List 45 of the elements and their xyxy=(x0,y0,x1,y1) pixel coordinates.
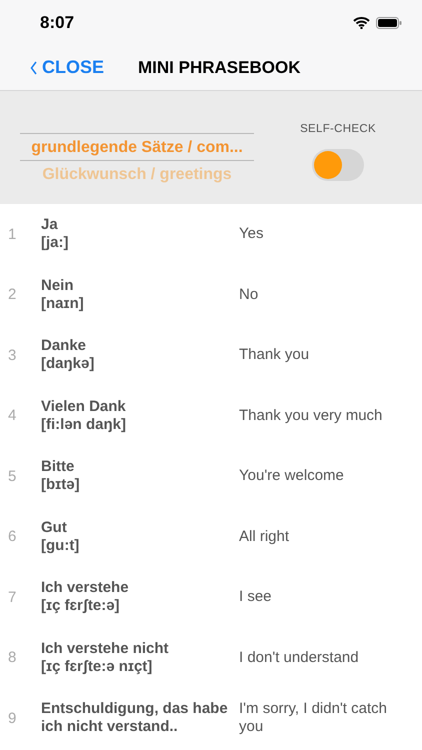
pronunciation: [naɪn] xyxy=(41,294,85,313)
chevron-left-icon xyxy=(30,60,37,74)
pronunciation: [daŋkə] xyxy=(41,355,96,374)
row-number: 1 xyxy=(8,226,18,243)
german-phrase: Bitte xyxy=(41,458,76,476)
german-phrase: Ich verstehe xyxy=(41,579,130,598)
pronunciation: [ɪç fɛrʃte:ə nɪçt] xyxy=(41,658,154,676)
row-number: 3 xyxy=(8,346,18,364)
wifi-icon xyxy=(353,16,370,28)
self-check-label: SELF-CHECK xyxy=(300,123,376,135)
english-translation: No xyxy=(239,286,260,304)
row-number: 8 xyxy=(8,649,18,666)
row-number: 2 xyxy=(8,286,18,304)
screen-title: MINI PHRASEBOOK xyxy=(138,58,300,78)
german-phrase: Gut xyxy=(41,518,68,537)
pronunciation: [fi:lən daŋk] xyxy=(41,416,127,434)
english-translation: Yes xyxy=(239,225,264,244)
battery-icon xyxy=(376,16,402,28)
english-translation: You're welcome xyxy=(239,467,345,486)
picker-item[interactable]: Glückwunsch / greetings xyxy=(20,161,254,188)
german-phrase: Ja xyxy=(41,216,59,234)
status-time: 8:07 xyxy=(40,12,74,32)
english-translation: Thank you xyxy=(239,346,310,364)
row-number: 7 xyxy=(8,588,18,606)
row-number: 4 xyxy=(8,407,18,424)
pronunciation: [ɪç fɛrʃte:ə] xyxy=(41,597,121,616)
row-number: 9 xyxy=(8,710,18,727)
pronunciation: [gu:t] xyxy=(41,536,80,555)
pronunciation: [bɪtə] xyxy=(41,476,81,494)
english-translation: I don't understand xyxy=(239,648,360,667)
english-translation: I see xyxy=(239,588,273,606)
german-phrase: Vielen Dank xyxy=(41,398,127,416)
row-number: 5 xyxy=(8,468,18,485)
self-check-toggle[interactable] xyxy=(312,149,364,181)
close-button[interactable]: CLOSE xyxy=(30,57,104,78)
english-translation: I'm sorry, I didn't catch you xyxy=(239,700,388,736)
german-phrase: Danke xyxy=(41,337,88,356)
german-phrase: Entschuldigung, das habe ich nicht verstand.. xyxy=(41,700,229,736)
german-phrase: Ich verstehe nicht xyxy=(41,640,170,658)
row-number: 6 xyxy=(8,528,18,546)
picker-item[interactable]: grundlegende Sätze / com... xyxy=(20,133,254,161)
english-translation: Thank you very much xyxy=(239,406,384,425)
pronunciation: [ja:] xyxy=(41,234,70,252)
german-phrase: Nein xyxy=(41,276,75,295)
english-translation: All right xyxy=(239,528,290,546)
